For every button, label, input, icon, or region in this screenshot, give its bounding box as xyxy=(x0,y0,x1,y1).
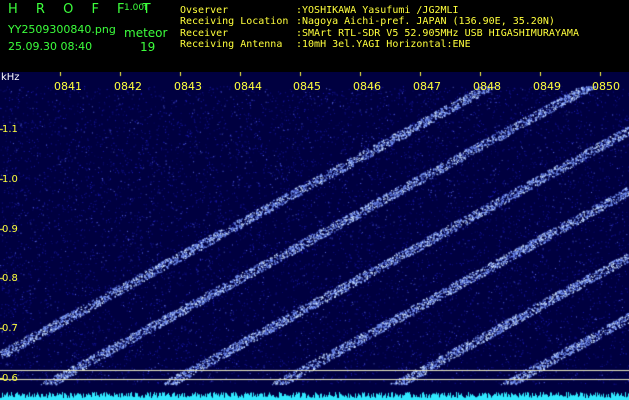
x-tick-label: 0849 xyxy=(533,80,561,93)
info-row-observer: Ovserver :YOSHIKAWA Yasufumi /JG2MLI xyxy=(180,5,579,16)
spectrogram-canvas xyxy=(0,72,629,400)
capture-datetime: 25.09.30 08:40 xyxy=(8,40,93,53)
app-version: 1.00f xyxy=(124,3,148,13)
header-panel: H R O F F T 1.00f YY2509300840.png meteo… xyxy=(0,0,629,72)
meteor-label: meteor xyxy=(124,26,168,40)
x-tick-label: 0846 xyxy=(353,80,381,93)
x-tick-label: 0842 xyxy=(114,80,142,93)
x-tick-label: 0841 xyxy=(54,80,82,93)
x-tick-label: 0844 xyxy=(234,80,262,93)
y-tick-label: 1.0 xyxy=(2,174,18,185)
file-name: YY2509300840.png xyxy=(8,23,116,36)
x-tick-label: 0847 xyxy=(413,80,441,93)
info-row-location: Receiving Location :Nagoya Aichi-pref. JA… xyxy=(180,16,579,27)
x-tick-label: 0845 xyxy=(293,80,321,93)
x-tick-label: 0848 xyxy=(473,80,501,93)
info-label: Ovserver xyxy=(180,5,229,16)
info-row-antenna: Receiving Antenna :10mH 3el.YAGI Horizont… xyxy=(180,39,579,50)
info-value: :YOSHIKAWA Yasufumi /JG2MLI xyxy=(296,5,459,16)
info-label: Receiving Location xyxy=(180,16,289,28)
y-tick-label: 0.9 xyxy=(2,224,18,235)
info-value: :10mH 3el.YAGI Horizontal:ENE xyxy=(296,38,471,50)
info-value: :SMArt RTL-SDR V5 52.905MHz USB HIGASHIM… xyxy=(296,27,579,39)
y-tick-label: 0.6 xyxy=(2,373,18,384)
x-tick-label: 0843 xyxy=(174,80,202,93)
y-tick-label: 0.8 xyxy=(2,273,18,284)
y-tick-label: 1.1 xyxy=(2,124,18,135)
info-label: Receiving Antenna xyxy=(180,38,283,50)
x-tick-label: 0850 xyxy=(592,80,620,93)
meteor-count: 19 xyxy=(140,40,156,54)
info-label: Receiver xyxy=(180,27,229,39)
station-info: Ovserver :YOSHIKAWA Yasufumi /JG2MLI Rece… xyxy=(180,5,579,50)
info-value: :Nagoya Aichi-pref. JAPAN (136.90E, 35.2… xyxy=(296,16,555,28)
info-row-receiver: Receiver :SMArt RTL-SDR V5 52.905MHz USB … xyxy=(180,28,579,39)
y-tick-label: 0.7 xyxy=(2,323,18,334)
frequency-unit-label: kHz xyxy=(1,72,20,83)
